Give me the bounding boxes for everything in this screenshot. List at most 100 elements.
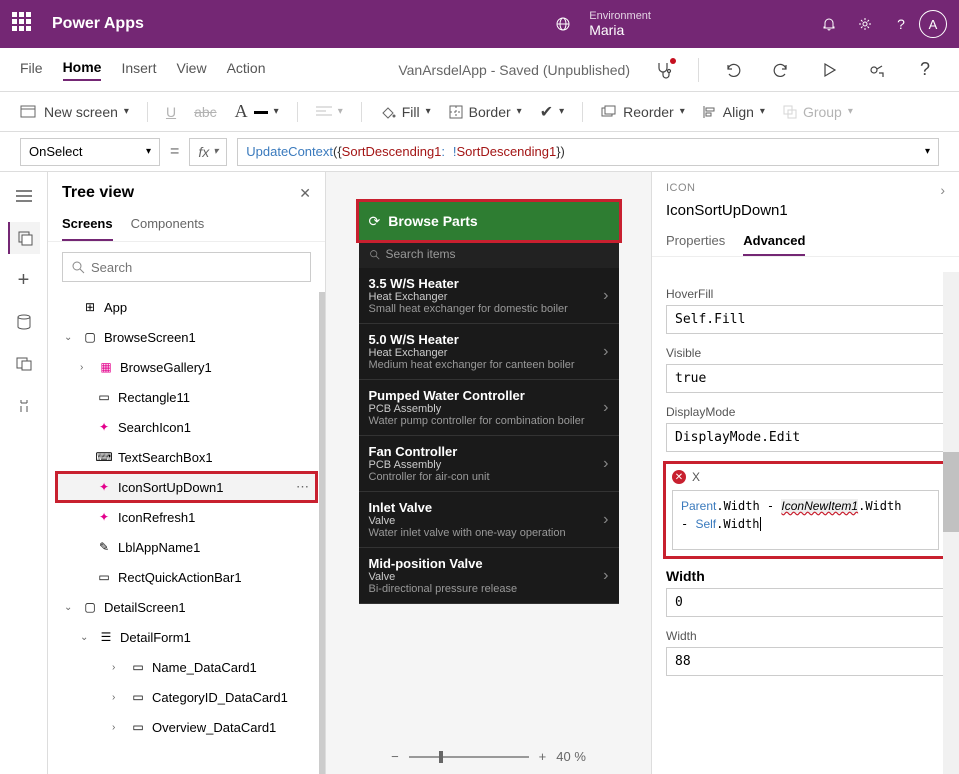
new-screen-button[interactable]: New screen▾ bbox=[20, 104, 129, 120]
formula-input[interactable]: UpdateContext({SortDescending1: !SortDes… bbox=[237, 138, 939, 166]
tree-browsescreen[interactable]: ⌄▢BrowseScreen1 bbox=[56, 322, 317, 352]
tab-screens[interactable]: Screens bbox=[62, 208, 113, 241]
refresh-icon[interactable]: ⟳ bbox=[369, 213, 381, 230]
hoverfill-label: HoverFill bbox=[666, 287, 945, 301]
props-name: IconSortUpDown1 bbox=[652, 202, 959, 227]
scrollbar[interactable] bbox=[943, 272, 959, 774]
fx-button[interactable]: fx▾ bbox=[189, 138, 227, 166]
align-button[interactable]: Align▾ bbox=[703, 104, 765, 120]
list-item[interactable]: Mid-position ValveValveBi-directional pr… bbox=[359, 548, 619, 604]
help-icon-2[interactable]: ? bbox=[911, 56, 939, 84]
data-icon[interactable] bbox=[8, 306, 40, 338]
app-title: Power Apps bbox=[52, 15, 144, 33]
font-color-icon[interactable]: A▾ bbox=[235, 101, 279, 122]
property-selector-value: OnSelect bbox=[29, 144, 82, 159]
tools-icon[interactable] bbox=[8, 390, 40, 422]
app-checker-icon[interactable] bbox=[650, 56, 678, 84]
media-icon[interactable] bbox=[8, 348, 40, 380]
zoom-slider[interactable] bbox=[409, 756, 529, 758]
preview-search[interactable]: Search items bbox=[359, 240, 619, 268]
tree-search[interactable] bbox=[62, 252, 311, 282]
tab-action[interactable]: Action bbox=[227, 60, 266, 80]
tree-namecard[interactable]: ›▭Name_DataCard1 bbox=[56, 652, 317, 682]
play-icon[interactable] bbox=[815, 56, 843, 84]
tree-search-input[interactable] bbox=[91, 260, 302, 275]
tab-components[interactable]: Components bbox=[131, 208, 205, 241]
group-label: Group bbox=[803, 104, 842, 120]
avatar[interactable]: A bbox=[919, 10, 947, 38]
hamburger-icon[interactable] bbox=[8, 180, 40, 212]
visible-input[interactable]: true bbox=[666, 364, 945, 393]
zoom-out[interactable]: − bbox=[391, 749, 399, 764]
tab-insert[interactable]: Insert bbox=[121, 60, 156, 80]
group-button: Group▾ bbox=[783, 104, 853, 120]
tree-iconrefresh[interactable]: ✦IconRefresh1 bbox=[56, 502, 317, 532]
tab-advanced[interactable]: Advanced bbox=[743, 227, 805, 256]
expand-icon[interactable]: › bbox=[940, 182, 945, 198]
app-launcher-icon[interactable] bbox=[12, 12, 36, 36]
tree-overcard[interactable]: ›▭Overview_DataCard1 bbox=[56, 712, 317, 742]
tree-view-icon[interactable] bbox=[8, 222, 40, 254]
tab-home[interactable]: Home bbox=[63, 59, 102, 81]
width-input[interactable]: 88 bbox=[666, 647, 945, 676]
close-icon[interactable]: ✕ bbox=[299, 185, 311, 202]
insert-icon[interactable]: + bbox=[8, 264, 40, 296]
visible-label: Visible bbox=[666, 346, 945, 360]
tree-detailform[interactable]: ⌄☰DetailForm1 bbox=[56, 622, 317, 652]
list-item[interactable]: Pumped Water ControllerPCB AssemblyWater… bbox=[359, 380, 619, 436]
tab-file[interactable]: File bbox=[20, 60, 43, 80]
zoom-in[interactable]: + bbox=[539, 749, 547, 764]
environment-icon[interactable] bbox=[545, 6, 581, 42]
share-icon[interactable] bbox=[863, 56, 891, 84]
undo-icon[interactable] bbox=[719, 56, 747, 84]
more-icon[interactable]: ⋯ bbox=[296, 479, 311, 495]
x-label: X bbox=[692, 470, 700, 484]
displaymode-input[interactable]: DisplayMode.Edit bbox=[666, 423, 945, 452]
border-button[interactable]: Border▾ bbox=[449, 104, 522, 120]
width-zero-input[interactable]: 0 bbox=[666, 588, 945, 617]
error-icon: ✕ bbox=[672, 470, 686, 484]
preview-header[interactable]: ⟳ Browse Parts bbox=[359, 202, 619, 240]
tree-app[interactable]: ⊞App bbox=[56, 292, 317, 322]
tree-iconsort[interactable]: ✦IconSortUpDown1⋯ bbox=[56, 472, 317, 502]
preview-title: Browse Parts bbox=[388, 213, 477, 229]
tab-properties[interactable]: Properties bbox=[666, 227, 725, 256]
format-icon[interactable]: ✔▾ bbox=[540, 102, 564, 122]
list-item[interactable]: Inlet ValveValveWater inlet valve with o… bbox=[359, 492, 619, 548]
tree-detailscreen[interactable]: ⌄▢DetailScreen1 bbox=[56, 592, 317, 622]
help-icon[interactable]: ? bbox=[883, 6, 919, 42]
displaymode-label: DisplayMode bbox=[666, 405, 945, 419]
reorder-label: Reorder bbox=[623, 104, 674, 120]
env-name: Maria bbox=[589, 22, 651, 38]
x-field-error: ✕ X Parent.Width - IconNewItem1.Width- S… bbox=[666, 464, 945, 556]
reorder-button[interactable]: Reorder▾ bbox=[601, 104, 685, 120]
save-status: VanArsdelApp - Saved (Unpublished) bbox=[398, 62, 630, 78]
formula-fn: UpdateContext bbox=[246, 144, 333, 159]
list-item[interactable]: 3.5 W/S HeaterHeat ExchangerSmall heat e… bbox=[359, 268, 619, 324]
align-label: Align bbox=[723, 104, 754, 120]
tree-catcard[interactable]: ›▭CategoryID_DataCard1 bbox=[56, 682, 317, 712]
app-preview[interactable]: ⟳ Browse Parts Search items 3.5 W/S Heat… bbox=[359, 202, 619, 604]
hoverfill-input[interactable]: Self.Fill bbox=[666, 305, 945, 334]
props-type: ICON bbox=[666, 182, 696, 198]
tree-searchicon[interactable]: ✦SearchIcon1 bbox=[56, 412, 317, 442]
zoom-value: 40 % bbox=[556, 749, 586, 764]
redo-icon[interactable] bbox=[767, 56, 795, 84]
fill-label: Fill bbox=[402, 104, 420, 120]
x-input[interactable]: Parent.Width - IconNewItem1.Width- Self.… bbox=[672, 490, 939, 550]
tree-rect11[interactable]: ▭Rectangle11 bbox=[56, 382, 317, 412]
tab-view[interactable]: View bbox=[176, 60, 206, 80]
strike-icon: abc bbox=[194, 104, 217, 120]
fill-button[interactable]: Fill▾ bbox=[380, 104, 431, 120]
settings-icon[interactable] bbox=[847, 6, 883, 42]
list-item[interactable]: Fan ControllerPCB AssemblyController for… bbox=[359, 436, 619, 492]
tree-textsearch[interactable]: ⌨TextSearchBox1 bbox=[56, 442, 317, 472]
property-selector[interactable]: OnSelect▾ bbox=[20, 138, 160, 166]
list-item[interactable]: 5.0 W/S HeaterHeat ExchangerMedium heat … bbox=[359, 324, 619, 380]
tree-rectqab[interactable]: ▭RectQuickActionBar1 bbox=[56, 562, 317, 592]
chevron-right-icon: › bbox=[603, 455, 608, 473]
underline-icon: U bbox=[166, 104, 176, 120]
tree-browsegallery[interactable]: ›▦BrowseGallery1 bbox=[56, 352, 317, 382]
tree-lblappname[interactable]: ✎LblAppName1 bbox=[56, 532, 317, 562]
notification-icon[interactable] bbox=[811, 6, 847, 42]
